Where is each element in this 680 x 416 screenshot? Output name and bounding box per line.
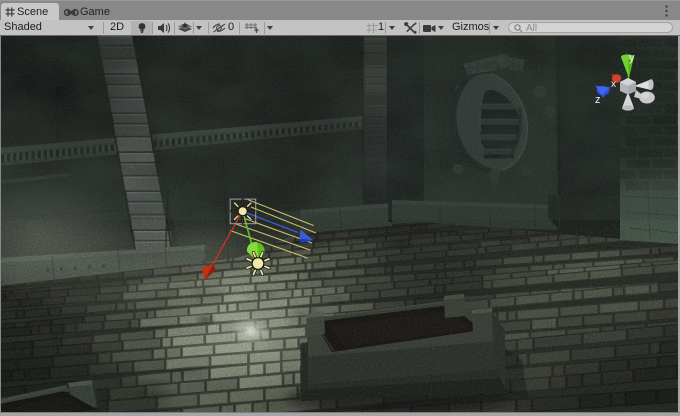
svg-text:y: y <box>629 52 635 64</box>
svg-text:z: z <box>595 94 601 106</box>
svg-text:x: x <box>611 79 616 90</box>
